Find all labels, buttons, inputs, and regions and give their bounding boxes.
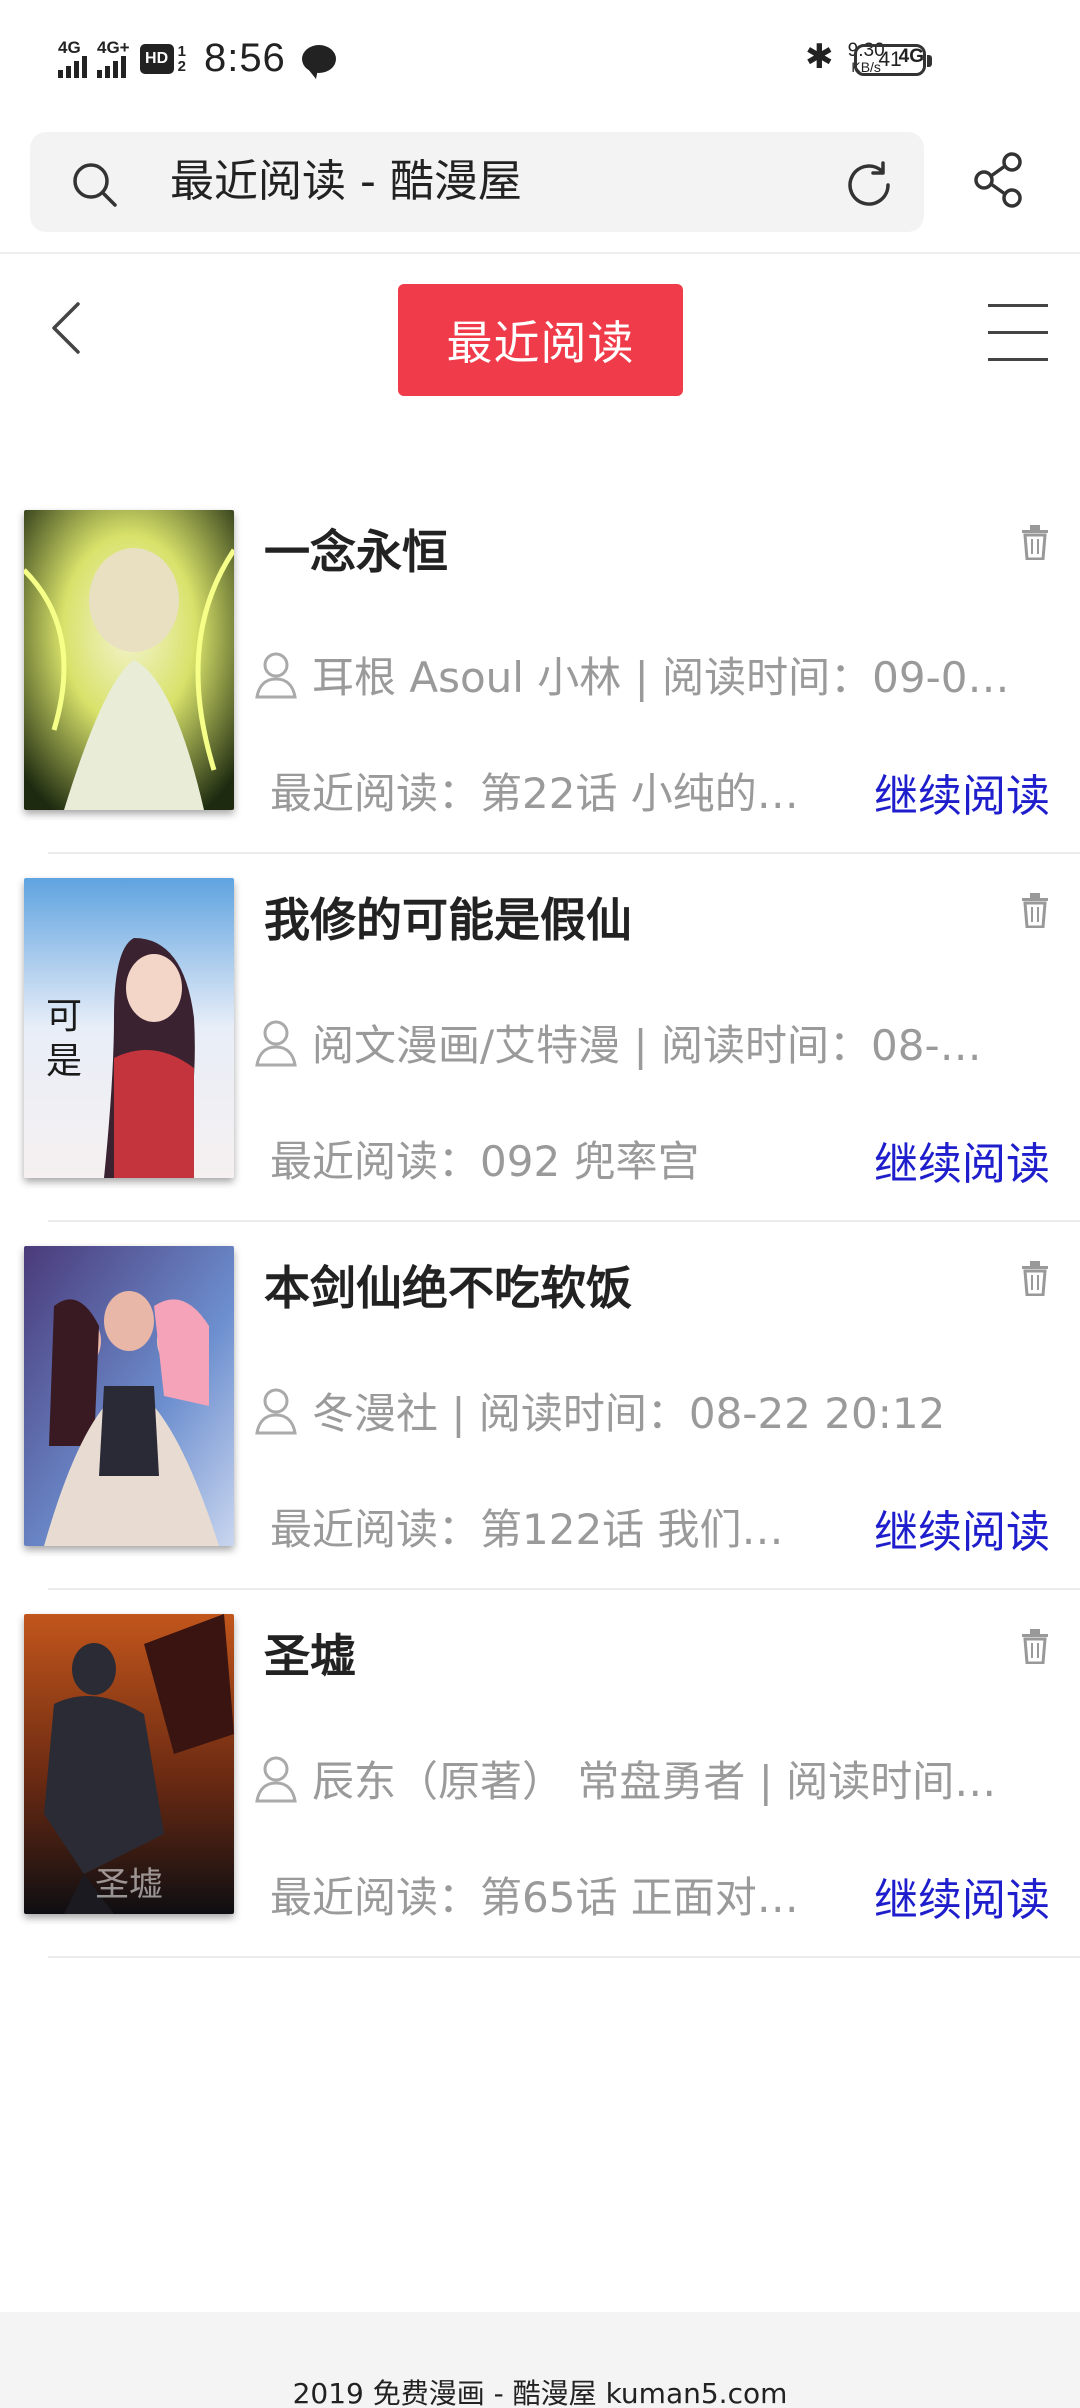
author-and-time: 阅文漫画/艾特漫 | 阅读时间：08-…	[312, 1021, 982, 1070]
user-icon	[255, 1756, 297, 1802]
user-icon	[255, 1388, 297, 1434]
search-icon[interactable]	[70, 160, 118, 208]
browser-toolbar: 最近阅读 - 酷漫屋	[0, 120, 1080, 254]
cover-art: 可 是	[24, 878, 234, 1178]
signal-bars-icon	[58, 56, 87, 78]
author-row: 阅文漫画/艾特漫 | 阅读时间：08-…	[254, 1012, 1060, 1073]
list-item[interactable]: 本剑仙绝不吃软饭 冬漫社 | 阅读时间：08-22 20:12 最近阅读：第12…	[0, 1222, 1080, 1590]
comic-title[interactable]: 本剑仙绝不吃软饭	[264, 1252, 632, 1318]
comic-cover[interactable]: 可 是	[24, 878, 234, 1178]
comic-cover[interactable]	[24, 510, 234, 810]
hd-sub-2: 2	[177, 57, 186, 75]
svg-text:可: 可	[46, 996, 82, 1037]
svg-text:是: 是	[46, 1041, 82, 1082]
user-icon	[255, 1020, 297, 1066]
cover-art	[24, 510, 234, 810]
continue-reading-button[interactable]: 继续阅读	[874, 1864, 1050, 1928]
comic-title[interactable]: 我修的可能是假仙	[264, 884, 632, 950]
address-text[interactable]: 最近阅读 - 酷漫屋	[170, 154, 522, 210]
page-title: 最近阅读	[398, 284, 683, 396]
clock: 8:56	[203, 36, 286, 80]
trash-icon[interactable]	[1020, 1628, 1050, 1664]
divider	[48, 1956, 1080, 1958]
reload-icon[interactable]	[842, 158, 896, 212]
author-and-time: 辰东（原著） 常盘勇者 | 阅读时间…	[312, 1757, 997, 1806]
status-bar: 4G 4G+ HD 1 2 8:56 ✱ 9.30 KB/s 4G 41	[0, 0, 1080, 120]
recent-chapter: 最近阅读：092 兜率宫	[270, 1137, 700, 1186]
list-item[interactable]: 可 是 我修的可能是假仙 阅文漫画/艾特漫 | 阅读时间：08-… 最近阅读：0…	[0, 854, 1080, 1222]
continue-reading-button[interactable]: 继续阅读	[874, 1128, 1050, 1192]
author-and-time: 耳根 Asoul 小林 | 阅读时间：09-0…	[312, 653, 1010, 702]
signal-1: 4G	[58, 39, 87, 78]
hd-icon: HD	[139, 43, 174, 74]
continue-reading-button[interactable]: 继续阅读	[874, 1496, 1050, 1560]
back-icon[interactable]	[44, 298, 90, 358]
author-row: 耳根 Asoul 小林 | 阅读时间：09-0…	[254, 644, 1060, 705]
footer-text: 2019 免费漫画 - 酷漫屋 kuman5.com	[292, 2377, 788, 2408]
cover-art	[24, 1246, 234, 1546]
user-icon	[255, 652, 297, 698]
comic-title[interactable]: 一念永恒	[264, 516, 448, 582]
trash-icon[interactable]	[1020, 892, 1050, 928]
page-footer: 2019 免费漫画 - 酷漫屋 kuman5.com	[0, 2312, 1080, 2408]
comic-cover[interactable]	[24, 1246, 234, 1546]
cover-caption: 圣墟	[95, 1865, 163, 1905]
status-left: 4G 4G+ HD 1 2 8:56	[58, 36, 336, 81]
network-type-1: 4G	[58, 38, 81, 57]
share-icon[interactable]	[970, 150, 1030, 210]
hd-sub-1: 1	[177, 42, 186, 60]
continue-reading-button[interactable]: 继续阅读	[874, 760, 1050, 824]
comic-title[interactable]: 圣墟	[264, 1620, 356, 1686]
list-item[interactable]: 圣墟 圣墟 辰东（原著） 常盘勇者 | 阅读时间… 最近阅读：第65话 正面对……	[0, 1590, 1080, 1958]
recent-chapter: 最近阅读：第65话 正面对…	[270, 1873, 799, 1922]
menu-icon[interactable]	[988, 302, 1050, 364]
hd-sim-numbers: 1 2	[178, 44, 186, 74]
signal-bars-icon	[97, 56, 126, 78]
bluetooth-icon: ✱	[805, 37, 834, 77]
address-bar[interactable]: 最近阅读 - 酷漫屋	[30, 132, 924, 232]
recent-reading-list: 一念永恒 耳根 Asoul 小林 | 阅读时间：09-0… 最近阅读：第22话 …	[0, 486, 1080, 1958]
battery-icon: 41	[854, 44, 932, 76]
recent-chapter: 最近阅读：第122话 我们…	[270, 1505, 784, 1554]
comic-cover[interactable]: 圣墟	[24, 1614, 234, 1914]
signal-2: 4G+	[97, 39, 130, 78]
recent-chapter: 最近阅读：第22话 小纯的…	[270, 769, 799, 818]
list-item[interactable]: 一念永恒 耳根 Asoul 小林 | 阅读时间：09-0… 最近阅读：第22话 …	[0, 486, 1080, 854]
trash-icon[interactable]	[1020, 1260, 1050, 1296]
author-row: 冬漫社 | 阅读时间：08-22 20:12	[254, 1380, 1060, 1441]
author-and-time: 冬漫社 | 阅读时间：08-22 20:12	[312, 1389, 946, 1438]
network-type-2: 4G+	[97, 38, 130, 57]
message-icon	[301, 44, 336, 79]
author-row: 辰东（原著） 常盘勇者 | 阅读时间…	[254, 1748, 1060, 1809]
page-header: 最近阅读	[0, 256, 1080, 416]
trash-icon[interactable]	[1020, 524, 1050, 560]
